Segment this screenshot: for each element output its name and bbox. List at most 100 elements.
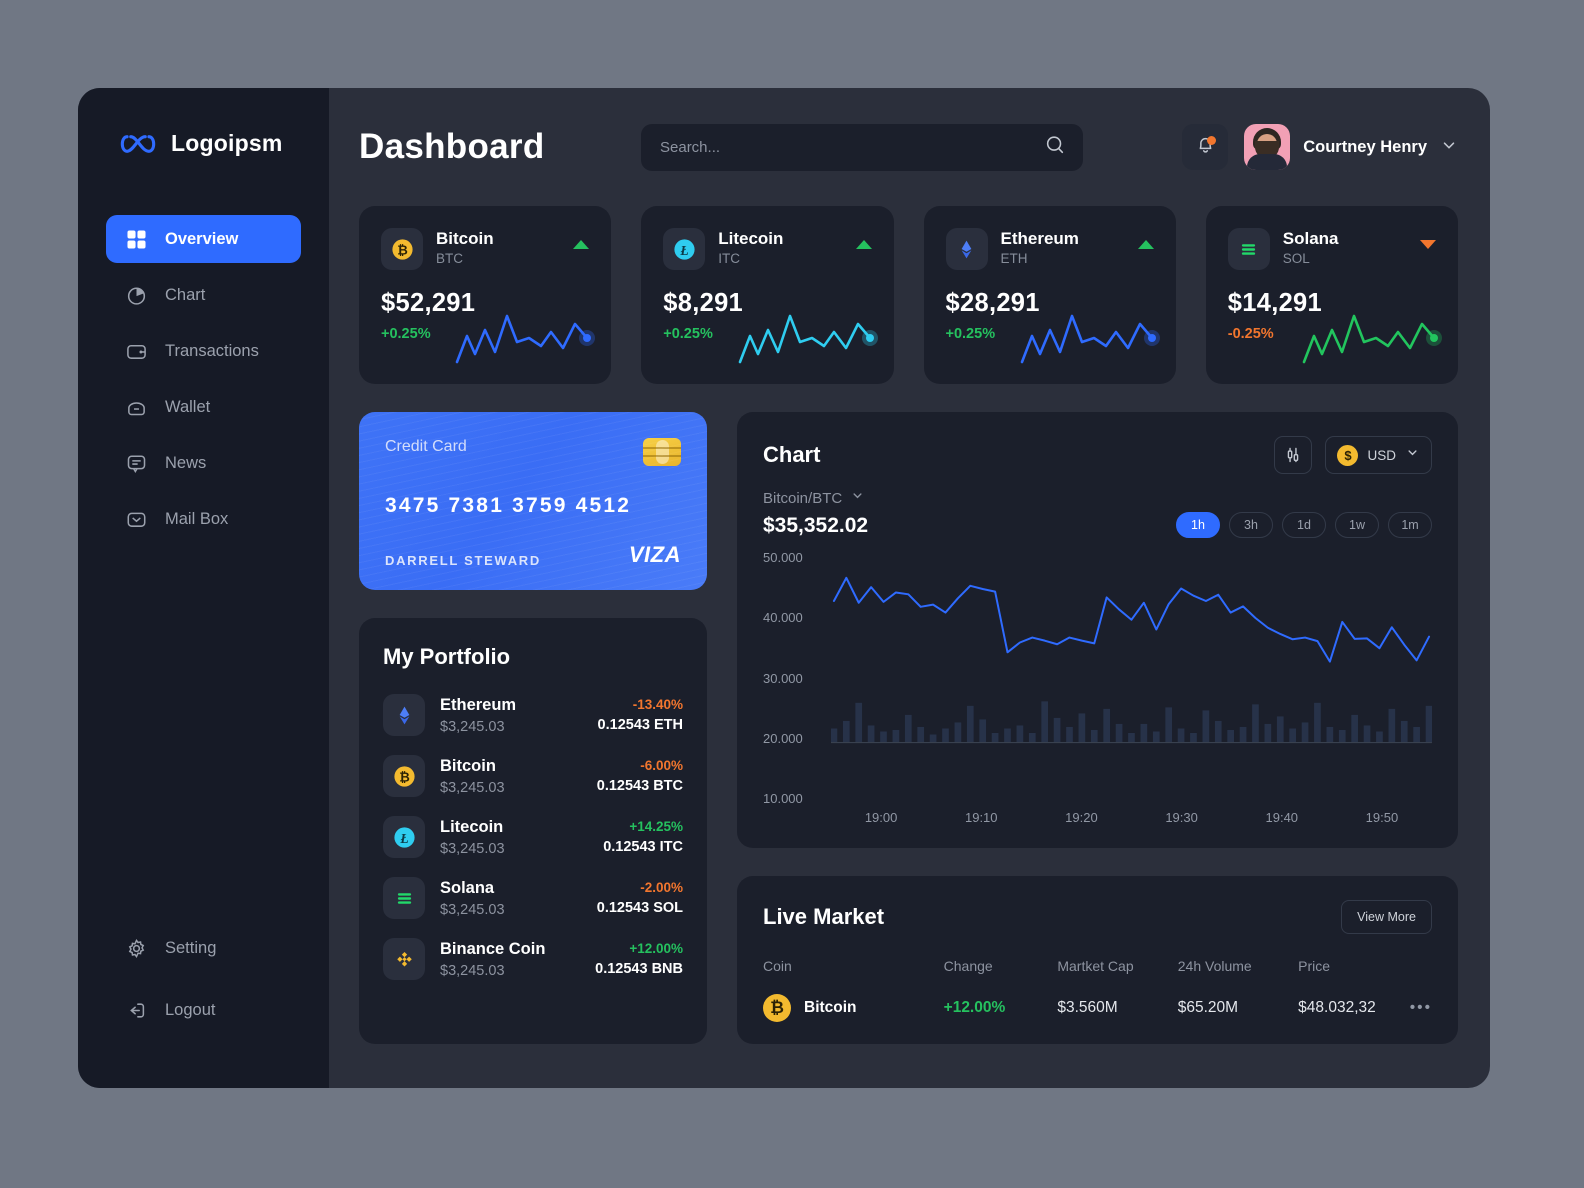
chart-tools: $ USD (1274, 436, 1432, 474)
stat-card-litecoin[interactable]: Ł Litecoin ITC $8,291 +0.25% (641, 206, 894, 384)
search-bar[interactable] (641, 123, 1083, 171)
portfolio-coin-usd: $3,245.03 (440, 901, 505, 918)
portfolio-coin-values: +12.00% 0.12543 BNB (595, 941, 683, 977)
sidebar-item-chart[interactable]: Chart (106, 271, 301, 319)
search-icon[interactable] (1044, 134, 1066, 161)
currency-selector[interactable]: $ USD (1325, 436, 1432, 474)
list-item[interactable]: ₿ Bitcoin $3,245.03 -6.00% 0.12543 BTC (383, 749, 683, 803)
portfolio-coin-amount: 0.12543 BTC (596, 778, 683, 794)
message-icon (125, 452, 148, 475)
search-input[interactable] (660, 138, 1034, 156)
sidebar-item-label: Wallet (165, 397, 211, 416)
chevron-down-icon (1405, 445, 1420, 465)
range-1w[interactable]: 1w (1335, 512, 1379, 538)
sidebar-item-logout[interactable]: Logout (106, 986, 301, 1034)
y-tick: 20.000 (763, 730, 803, 746)
market-coin-name: Bitcoin (804, 999, 857, 1016)
portfolio-coin-amount: 0.12543 SOL (596, 900, 683, 916)
list-item[interactable]: Solana $3,245.03 -2.00% 0.12543 SOL (383, 871, 683, 925)
table-row[interactable]: ₿ Bitcoin +12.00% $3.560M $65.20M $48.03… (763, 982, 1432, 1022)
portfolio-coin-amount: 0.12543 BNB (595, 961, 683, 977)
profile-name: Courtney Henry (1303, 137, 1427, 156)
portfolio-coin-values: -2.00% 0.12543 SOL (597, 880, 683, 916)
market-coin: ₿ Bitcoin (763, 994, 944, 1022)
cell-price: $48.032,32 (1298, 999, 1376, 1016)
column-change: Change (943, 958, 993, 974)
coin-symbol: SOL (1282, 251, 1310, 267)
stat-card-titles: Bitcoin BTC (436, 228, 494, 266)
stat-card-solana[interactable]: Solana SOL $14,291 -0.25% (1205, 206, 1458, 384)
x-tick: 19:20 (1065, 810, 1098, 825)
stat-card-header: ₿ Bitcoin BTC (381, 228, 590, 270)
sparkline-litecoin (738, 314, 878, 364)
chart-plot: 50.000 40.000 30.000 20.000 10.000 19:00… (763, 550, 1432, 832)
profile-menu[interactable]: Courtney Henry (1244, 124, 1458, 170)
stat-card-bitcoin[interactable]: ₿ Bitcoin BTC $52,291 +0.25% (359, 206, 612, 384)
chart-subheader: Bitcoin/BTC $35,352.02 1h 3h 1d 1w 1m (763, 488, 1432, 538)
avatar (1244, 124, 1291, 170)
sidebar-item-label: Mail Box (165, 509, 229, 528)
range-1h[interactable]: 1h (1176, 512, 1220, 538)
right-column: Chart $ USD Bitcoin/BTC $35,352.02 1h 3h… (737, 412, 1458, 1044)
bitcoin-icon: ₿ (381, 228, 423, 270)
sidebar-item-overview[interactable]: Overview (106, 215, 301, 263)
svg-text:₿: ₿ (397, 242, 408, 257)
range-1m[interactable]: 1m (1388, 512, 1432, 538)
portfolio-coin-usd: $3,245.03 (440, 840, 505, 857)
portfolio-coin-name: Litecoin (440, 817, 504, 836)
credit-card-holder: DARRELL STEWARD (385, 553, 541, 568)
portfolio-title: My Portfolio (383, 644, 511, 669)
portfolio-coin-name: Ethereum (440, 695, 517, 714)
y-tick: 50.000 (763, 550, 803, 565)
sidebar-item-news[interactable]: News (106, 439, 301, 487)
range-3h[interactable]: 3h (1229, 512, 1273, 538)
list-item[interactable]: Ł Litecoin $3,245.03 +14.25% 0.12543 ITC (383, 810, 683, 864)
sidebar-item-mail-box[interactable]: Mail Box (106, 495, 301, 543)
candlestick-icon[interactable] (1274, 436, 1313, 474)
list-item[interactable]: Ethereum $3,245.03 -13.40% 0.12543 ETH (383, 688, 683, 742)
main-content: Dashboard Search... Courtney Henry ₿ Bit… (329, 88, 1490, 1088)
sidebar-item-label: News (165, 453, 207, 472)
brand: Logoipsm (78, 122, 329, 157)
more-horizontal-icon[interactable]: ••• (1399, 982, 1432, 1022)
coin-symbol: ETH (1000, 251, 1028, 267)
chevron-down-icon (850, 488, 865, 508)
live-market-header: Live Market View More (763, 900, 1432, 934)
portfolio-coin-change: -2.00% (640, 880, 683, 895)
chart-panel-header: Chart $ USD (763, 436, 1432, 474)
currency-label: USD (1367, 447, 1396, 463)
solana-icon (383, 877, 425, 919)
chevron-down-icon[interactable] (1440, 136, 1458, 159)
chart-title: Chart (763, 442, 821, 467)
stat-card-ethereum[interactable]: Ethereum ETH $28,291 +0.25% (923, 206, 1176, 384)
trend-down-icon (1420, 240, 1436, 249)
credit-card-label: Credit Card (385, 438, 467, 455)
sidebar-item-wallet[interactable]: Wallet (106, 383, 301, 431)
chart-line-series (831, 554, 1432, 744)
column-24h-volume: 24h Volume (1177, 958, 1252, 974)
sidebar-item-transactions[interactable]: Transactions (106, 327, 301, 375)
bitcoin-icon: ₿ (763, 994, 791, 1022)
coin-symbol: BTC (436, 251, 463, 267)
sidebar-item-setting[interactable]: Setting (106, 924, 301, 972)
pie-chart-icon (125, 284, 148, 307)
dashboard-grid: Credit Card 3475 7381 3759 4512 DARRELL … (359, 412, 1458, 1044)
stat-card-header: Solana SOL (1227, 228, 1436, 270)
list-item[interactable]: Binance Coin $3,245.03 +12.00% 0.12543 B… (383, 932, 683, 986)
chart-current-price: $35,352.02 (763, 514, 869, 537)
dollar-coin-icon: $ (1337, 444, 1359, 466)
credit-card[interactable]: Credit Card 3475 7381 3759 4512 DARRELL … (359, 412, 707, 590)
notifications-button[interactable] (1182, 124, 1229, 170)
chart-y-axis: 50.000 40.000 30.000 20.000 10.000 (763, 550, 825, 806)
range-1d[interactable]: 1d (1282, 512, 1326, 538)
portfolio-panel: My Portfolio Ethereum $3,245.03 -13.40% … (359, 618, 707, 1044)
y-tick: 10.000 (763, 791, 803, 806)
pair-selector[interactable]: Bitcoin/BTC (763, 488, 868, 508)
sidebar-item-label: Logout (165, 1000, 216, 1019)
view-more-button[interactable]: View More (1341, 900, 1432, 934)
live-market-table: Coin Change Martket Cap 24h Volume Price (763, 950, 1432, 1022)
x-tick: 19:40 (1265, 810, 1299, 825)
live-market-title: Live Market (763, 904, 885, 929)
svg-text:Ł: Ł (399, 830, 408, 845)
infinity-logo-icon (118, 131, 158, 157)
